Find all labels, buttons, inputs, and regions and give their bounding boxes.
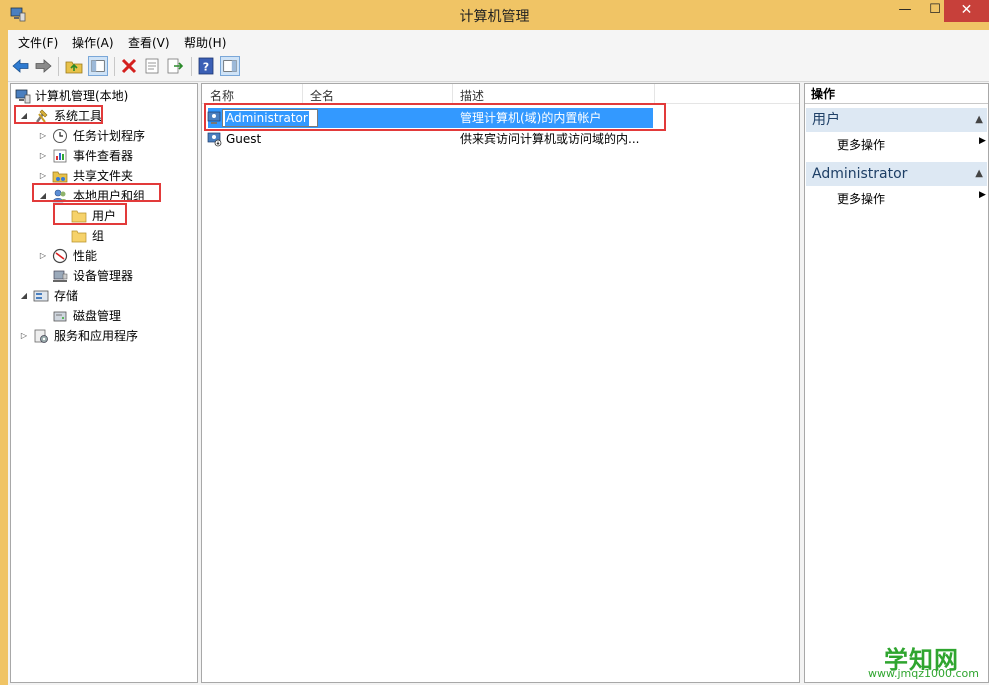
menu-bar: 文件(F) 操作(A) 查看(V) 帮助(H) [8, 30, 989, 52]
column-header-description[interactable]: 描述 [460, 87, 484, 104]
user-icon [207, 132, 222, 147]
toolbar: ? [8, 52, 989, 82]
expanded-arrow-icon[interactable]: ◢ [19, 287, 29, 305]
user-name-cell: Administrator [225, 111, 309, 126]
column-divider[interactable] [654, 84, 655, 104]
submenu-arrow-icon: ▶ [979, 190, 986, 200]
action-section-administrator[interactable]: Administrator ▲ [806, 162, 987, 186]
tree-label: 服务和应用程序 [54, 329, 139, 343]
folder-icon [71, 210, 87, 223]
show-hide-tree-icon[interactable] [88, 56, 108, 76]
back-icon[interactable] [11, 56, 31, 76]
expanded-arrow-icon[interactable]: ◢ [38, 187, 48, 205]
more-actions-link[interactable]: 更多操作 ▶ [837, 136, 986, 153]
minimize-button[interactable]: — [890, 0, 920, 22]
column-header-full-name[interactable]: 全名 [310, 87, 334, 104]
column-header-name[interactable]: 名称 [210, 87, 234, 104]
title-bar: 计算机管理 — ☐ ✕ [0, 0, 989, 30]
device-manager-icon [53, 270, 68, 282]
watermark-url: www.jmqz1000.com [868, 667, 979, 680]
menu-action[interactable]: 操作(A) [72, 34, 114, 51]
action-label: 更多操作 [837, 138, 886, 152]
folder-icon [71, 230, 87, 243]
submenu-arrow-icon: ▶ [979, 136, 986, 146]
properties-icon[interactable] [142, 56, 162, 76]
tree-label: 磁盘管理 [73, 309, 122, 323]
services-icon [34, 329, 48, 343]
storage-icon [33, 290, 49, 302]
action-section-users[interactable]: 用户 ▲ [806, 108, 987, 132]
user-description-cell: 管理计算机(域)的内置帐户 [460, 111, 602, 125]
action-pane: 操作 用户 ▲ 更多操作 ▶ Administrator ▲ 更多操作 ▶ [804, 83, 989, 683]
event-viewer-icon [53, 149, 67, 163]
user-description-cell: 供来宾访问计算机或访问域的内... [460, 132, 640, 146]
tree-label: 设备管理器 [73, 269, 134, 283]
disk-icon [53, 311, 67, 322]
tree-label: 组 [92, 229, 105, 243]
tree-label: 任务计划程序 [73, 129, 146, 143]
export-list-icon[interactable] [165, 56, 185, 76]
tree-label: 计算机管理(本地) [35, 89, 129, 103]
tree-label: 用户 [92, 209, 117, 223]
delete-icon[interactable] [119, 56, 139, 76]
user-icon [207, 111, 221, 124]
table-row[interactable]: Administrator 管理计算机(域)的内置帐户 [202, 108, 799, 128]
show-hide-action-pane-icon[interactable] [220, 56, 240, 76]
help-icon[interactable]: ? [196, 56, 216, 76]
menu-help[interactable]: 帮助(H) [184, 34, 226, 51]
toolbar-separator [191, 57, 192, 76]
user-name-cell: Guest [226, 132, 262, 146]
performance-icon [52, 248, 68, 264]
computer-management-icon [15, 89, 31, 104]
clock-icon [53, 129, 67, 143]
collapsed-arrow-icon[interactable]: ▷ [38, 167, 48, 185]
more-actions-link[interactable]: 更多操作 ▶ [837, 190, 986, 207]
tree-label: 本地用户和组 [73, 189, 146, 203]
menu-file[interactable]: 文件(F) [18, 34, 58, 51]
close-button[interactable]: ✕ [944, 0, 989, 22]
users-group-icon [52, 189, 67, 203]
toolbar-separator [114, 57, 115, 76]
window-title: 计算机管理 [459, 9, 530, 25]
section-title: Administrator [812, 166, 908, 182]
section-title: 用户 [812, 112, 840, 128]
tree-label: 共享文件夹 [73, 169, 134, 183]
tree-label: 系统工具 [54, 109, 103, 123]
column-divider[interactable] [302, 84, 303, 104]
user-list-pane: 名称 全名 描述 Administrator 管理计算机(域)的内置帐户 Gue… [201, 83, 800, 683]
up-folder-icon[interactable] [64, 56, 84, 76]
action-label: 更多操作 [837, 192, 886, 206]
forward-icon[interactable] [33, 56, 53, 76]
table-row[interactable]: Guest 供来宾访问计算机或访问域的内... [202, 129, 799, 149]
collapsed-arrow-icon[interactable]: ▷ [38, 127, 48, 145]
menu-view[interactable]: 查看(V) [128, 34, 170, 51]
toolbar-separator [58, 57, 59, 76]
collapsed-arrow-icon[interactable]: ▷ [19, 327, 29, 345]
tools-icon [36, 109, 48, 123]
column-divider[interactable] [452, 84, 453, 104]
collapse-caret-icon[interactable]: ▲ [975, 162, 983, 186]
collapse-caret-icon[interactable]: ▲ [975, 108, 983, 132]
rename-input[interactable]: Administrator [222, 109, 318, 127]
expanded-arrow-icon[interactable]: ◢ [19, 107, 29, 125]
collapsed-arrow-icon[interactable]: ▷ [38, 147, 48, 165]
main-window: 文件(F) 操作(A) 查看(V) 帮助(H) ? 计算机管理(本地) ◢ 系统… [8, 30, 989, 685]
tree-label: 事件查看器 [73, 149, 134, 163]
navigation-tree: 计算机管理(本地) ◢ 系统工具 ▷ 任务计划程序 ▷ 事件查看器 ▷ 共享文件… [10, 83, 198, 683]
collapsed-arrow-icon[interactable]: ▷ [38, 247, 48, 265]
list-header: 名称 全名 描述 [202, 84, 799, 104]
svg-text:?: ? [203, 61, 209, 74]
tree-label: 性能 [73, 249, 98, 263]
tree-label: 存储 [54, 289, 79, 303]
action-pane-title: 操作 [805, 84, 988, 104]
shared-folder-icon [52, 171, 68, 183]
